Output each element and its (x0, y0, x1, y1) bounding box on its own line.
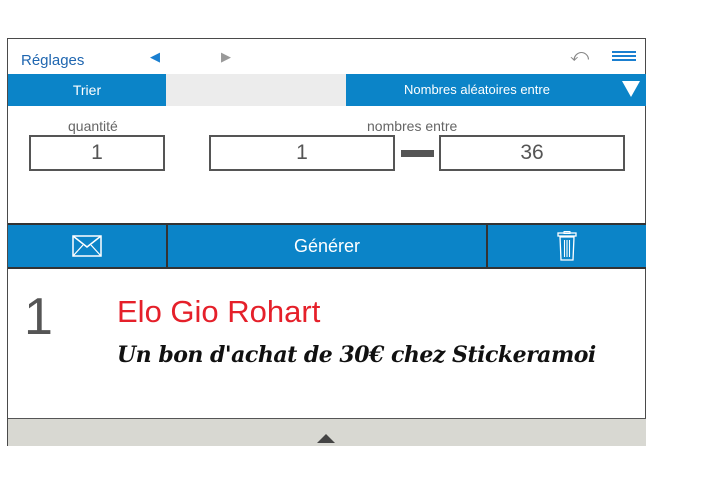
email-button[interactable] (8, 225, 168, 267)
range-caption: nombres entre (367, 118, 458, 134)
range-min-field[interactable]: 1 (209, 135, 395, 171)
quantity-field[interactable]: 1 (29, 135, 165, 171)
sort-button[interactable]: Trier (8, 74, 166, 106)
expand-footer[interactable] (8, 418, 646, 446)
triangle-up-icon (317, 434, 335, 443)
dropdown-triangle-icon (622, 81, 640, 97)
undo-icon[interactable]: ⤺ (570, 45, 589, 66)
arrow-left-icon[interactable]: ◀ (150, 49, 160, 65)
delete-button[interactable] (488, 225, 646, 267)
envelope-icon (72, 235, 102, 257)
hamburger-menu-icon[interactable] (612, 51, 636, 63)
toolbar-empty-slot (166, 74, 346, 106)
winner-name: Elo Gio Rohart (117, 294, 321, 329)
mode-select-label: Nombres aléatoires entre (404, 82, 550, 97)
prize-text: Un bon d'achat de 30€ chez Stickeramoi (117, 342, 596, 368)
app-window: Réglages ◀ ▶ ⤺ Trier Nombres aléatoires … (7, 38, 646, 446)
mode-select[interactable]: Nombres aléatoires entre (346, 74, 646, 106)
trash-icon (557, 231, 577, 261)
action-bar: Générer (8, 223, 646, 269)
sort-button-label: Trier (72, 82, 102, 98)
generate-button[interactable]: Générer (168, 225, 488, 267)
range-max-field[interactable]: 36 (439, 135, 625, 171)
result-number: 1 (24, 288, 53, 346)
range-dash (401, 150, 434, 157)
arrow-right-icon[interactable]: ▶ (221, 49, 231, 65)
generate-button-label: Générer (293, 235, 361, 256)
quantity-caption: quantité (68, 118, 118, 134)
settings-link[interactable]: Réglages (21, 52, 84, 69)
